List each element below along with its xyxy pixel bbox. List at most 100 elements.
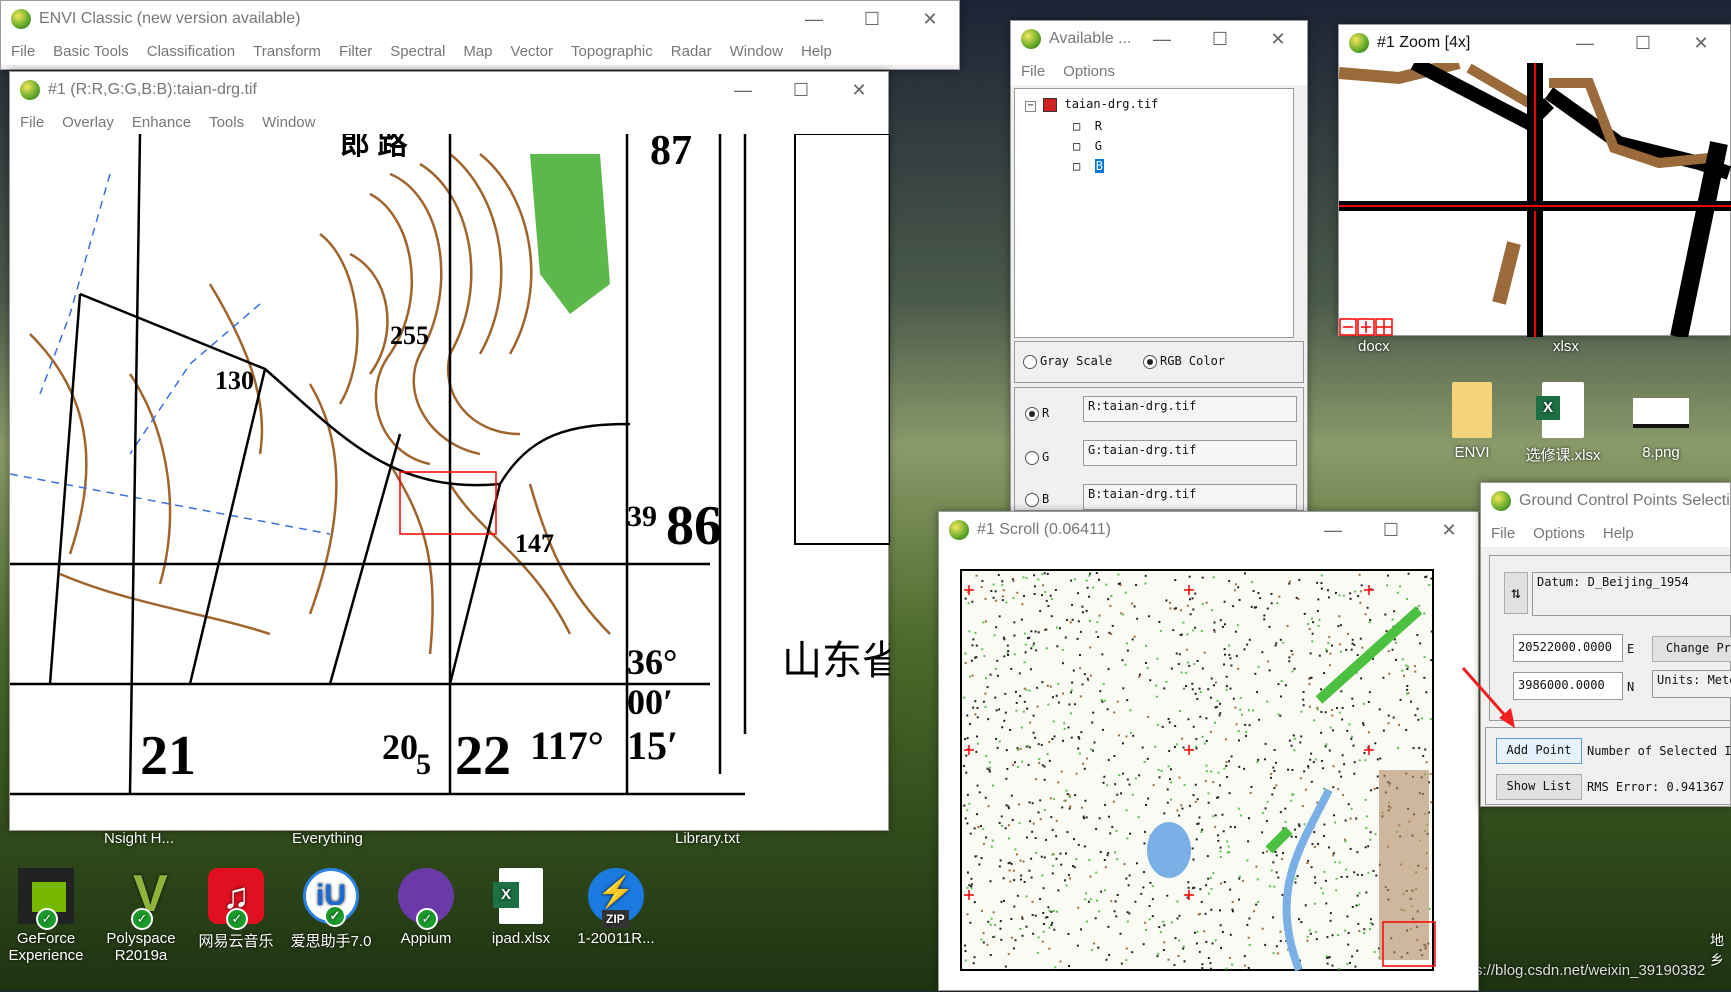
desktop-label[interactable]: xlsx [1553, 338, 1579, 355]
close-button[interactable]: ✕ [1672, 33, 1730, 54]
maximize-button[interactable]: ☐ [1191, 29, 1249, 50]
close-button[interactable]: ✕ [1420, 520, 1478, 541]
scroll-overview-image[interactable] [939, 550, 1480, 992]
zoom-window: #1 Zoom [4x] — ☐ ✕ [1338, 24, 1731, 337]
desktop-label[interactable]: Library.txt [675, 830, 740, 847]
nvidia-icon: ✓ [18, 868, 74, 930]
menu-item-options[interactable]: Options [1533, 525, 1585, 542]
envi-logo-icon [1349, 33, 1369, 53]
desktop-label[interactable]: docx [1358, 338, 1390, 355]
channel-r-radio[interactable]: R [1025, 406, 1049, 421]
menu-item-file[interactable]: File [1021, 63, 1045, 80]
units-display: Units: Mete [1652, 670, 1731, 698]
zoom-controls[interactable] [1339, 318, 1393, 336]
envi-logo-icon [1491, 491, 1511, 511]
add-point-button[interactable]: Add Point [1496, 738, 1582, 764]
menu-bar: File Options Help [1481, 519, 1730, 547]
desktop-icon-8png[interactable]: 8.png [1616, 382, 1706, 461]
menu-item-tools[interactable]: Tools [209, 114, 244, 131]
menu-item-filter[interactable]: Filter [339, 43, 372, 60]
menu-item-spectral[interactable]: Spectral [390, 43, 445, 60]
menu-item-help[interactable]: Help [801, 43, 832, 60]
svg-text:130: 130 [215, 366, 254, 395]
collapse-icon[interactable]: − [1025, 101, 1036, 112]
minimize-button[interactable]: — [785, 9, 843, 30]
gcp-window: Ground Control Points Selecti File Option… [1480, 482, 1731, 807]
map-image[interactable]: 87 郎 路 255 130 147 39 86 36° 00′ 山东省 21 … [10, 134, 890, 830]
channel-b-radio[interactable]: B [1025, 492, 1049, 507]
minimize-button[interactable]: — [1133, 29, 1191, 50]
maximize-button[interactable]: ☐ [772, 80, 830, 101]
close-button[interactable]: ✕ [901, 9, 959, 30]
selected-points-label: Number of Selected I [1587, 744, 1731, 758]
map-frame [794, 134, 890, 545]
easting-field[interactable]: 20522000.0000 [1513, 634, 1623, 662]
menu-item-classification[interactable]: Classification [147, 43, 235, 60]
minimize-button[interactable]: — [1304, 520, 1362, 541]
envi-main-window: ENVI Classic (new version available) — ☐ ✕… [0, 0, 960, 70]
desktop-icon-xuanxiuke[interactable]: X 选修课.xlsx [1518, 382, 1608, 465]
menu-item-radar[interactable]: Radar [671, 43, 712, 60]
desktop-icon-envi-folder[interactable]: ENVI [1427, 382, 1517, 461]
menu-item-help[interactable]: Help [1603, 525, 1634, 542]
close-button[interactable]: ✕ [1249, 29, 1307, 50]
maximize-button[interactable]: ☐ [1362, 520, 1420, 541]
channel-r-field[interactable]: R:taian-drg.tif [1083, 396, 1297, 422]
band-item-g[interactable]: □ G [1073, 139, 1102, 153]
menu-item-transform[interactable]: Transform [253, 43, 321, 60]
svg-text:郎 路: 郎 路 [340, 134, 408, 161]
desktop-label[interactable]: Nsight H... [104, 830, 174, 847]
band-item-r[interactable]: □ R [1073, 119, 1102, 133]
svg-text:20: 20 [382, 727, 418, 767]
channel-b-field[interactable]: B:taian-drg.tif [1083, 484, 1297, 510]
rgb-color-radio[interactable]: RGB Color [1143, 354, 1225, 369]
menu-item-file[interactable]: File [20, 114, 44, 131]
swap-arrows-button[interactable]: ⇅ [1504, 572, 1528, 614]
menu-item-window[interactable]: Window [262, 114, 315, 131]
band-item-b[interactable]: □ B [1073, 159, 1104, 173]
contour-lines [29, 153, 611, 655]
title-bar: ENVI Classic (new version available) — ☐ ✕ [1, 1, 959, 37]
zoom-image[interactable] [1339, 63, 1731, 337]
maximize-button[interactable]: ☐ [1614, 33, 1672, 54]
change-projection-button[interactable]: Change Pro [1652, 636, 1731, 662]
title-bar: Ground Control Points Selecti [1481, 483, 1730, 519]
lake [1147, 822, 1191, 878]
channel-g-radio[interactable]: G [1025, 450, 1049, 465]
svg-text:147: 147 [515, 529, 554, 558]
scroll-window: #1 Scroll (0.06411) — ☐ ✕ [938, 511, 1479, 991]
title-bar: Available ... — ☐ ✕ [1011, 21, 1307, 57]
menu-item-map[interactable]: Map [463, 43, 492, 60]
file-node[interactable]: − taian-drg.tif [1025, 97, 1158, 112]
minimize-button[interactable]: — [1556, 33, 1614, 54]
channel-g-field[interactable]: G:taian-drg.tif [1083, 440, 1297, 466]
desktop-icon-zip[interactable]: ⚡ ZIP 1-20011R... [571, 868, 661, 947]
menu-item-file[interactable]: File [1491, 525, 1515, 542]
maximize-button[interactable]: ☐ [843, 9, 901, 30]
gray-scale-radio[interactable]: Gray Scale [1023, 354, 1112, 369]
menu-item-enhance[interactable]: Enhance [132, 114, 191, 131]
menu-item-file[interactable]: File [11, 43, 35, 60]
menu-item-basic-tools[interactable]: Basic Tools [53, 43, 129, 60]
menu-item-topographic[interactable]: Topographic [571, 43, 653, 60]
menu-item-vector[interactable]: Vector [511, 43, 554, 60]
window-title: #1 Zoom [4x] [1377, 34, 1471, 51]
menu-item-overlay[interactable]: Overlay [62, 114, 114, 131]
desktop-icon-ipad-xlsx[interactable]: Xipad.xlsx [476, 868, 566, 947]
desktop-icon-aisi[interactable]: iU ✓ 爱思助手7.0 [286, 868, 376, 951]
desktop-icon-netease[interactable]: ♫ ✓ 网易云音乐 [191, 868, 281, 951]
window-title: ENVI Classic (new version available) [39, 10, 301, 27]
desktop-icon-polyspace[interactable]: V ✓ Polyspace R2019a [96, 868, 186, 964]
menu-item-options[interactable]: Options [1063, 63, 1115, 80]
window-title: #1 Scroll (0.06411) [977, 521, 1111, 538]
desktop-icon-geforce[interactable]: ✓ GeForce Experience [1, 868, 91, 964]
northing-unit: N [1627, 680, 1635, 694]
menu-item-window[interactable]: Window [730, 43, 783, 60]
envi-logo-icon [1021, 29, 1041, 49]
minimize-button[interactable]: — [714, 80, 772, 101]
window-title: Ground Control Points Selecti [1519, 492, 1730, 509]
desktop-icon-appium[interactable]: ✓ Appium [381, 868, 471, 947]
close-button[interactable]: ✕ [830, 80, 888, 101]
show-list-button[interactable]: Show List [1496, 774, 1582, 800]
desktop-label[interactable]: Everything [292, 830, 363, 847]
